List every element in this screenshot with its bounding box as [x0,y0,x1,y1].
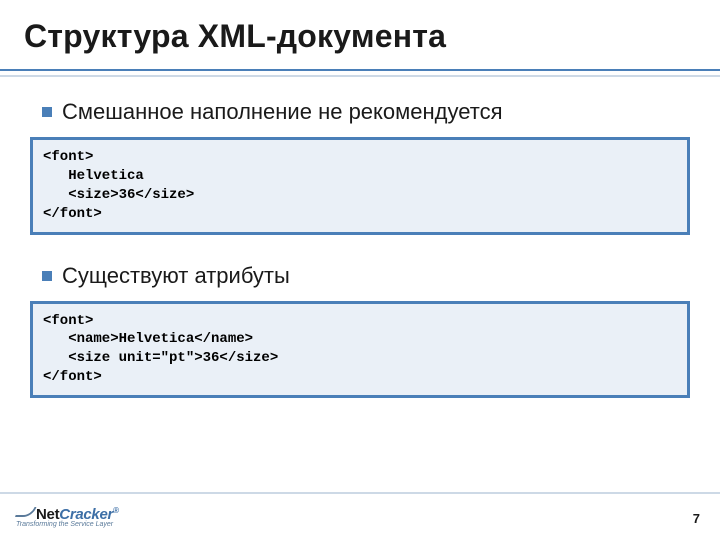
logo-registered: ® [113,506,119,515]
footer-line [0,492,720,494]
bullet-attrs: Существуют атрибуты [42,263,696,289]
code-box-mixed: <font> Helvetica <size>36</size> </font> [30,137,690,235]
code-box-attrs: <font> <name>Helvetica</name> <size unit… [30,301,690,399]
logo-tagline: Transforming the Service Layer [16,521,119,528]
bullet-attrs-text: Существуют атрибуты [62,263,290,289]
swoosh-icon [15,507,37,517]
logo: NetCracker® Transforming the Service Lay… [16,506,119,528]
slide-title: Структура XML-документа [24,18,696,55]
bullet-mixed: Смешанное наполнение не рекомендуется [42,99,696,125]
underline-top [0,69,720,71]
underline-bottom [0,75,720,77]
square-bullet-icon [42,271,52,281]
title-underline [0,69,720,77]
footer: NetCracker® Transforming the Service Lay… [0,492,720,532]
square-bullet-icon [42,107,52,117]
page-number: 7 [693,511,700,526]
slide: Структура XML-документа Смешанное наполн… [0,0,720,540]
bullet-mixed-text: Смешанное наполнение не рекомендуется [62,99,503,125]
